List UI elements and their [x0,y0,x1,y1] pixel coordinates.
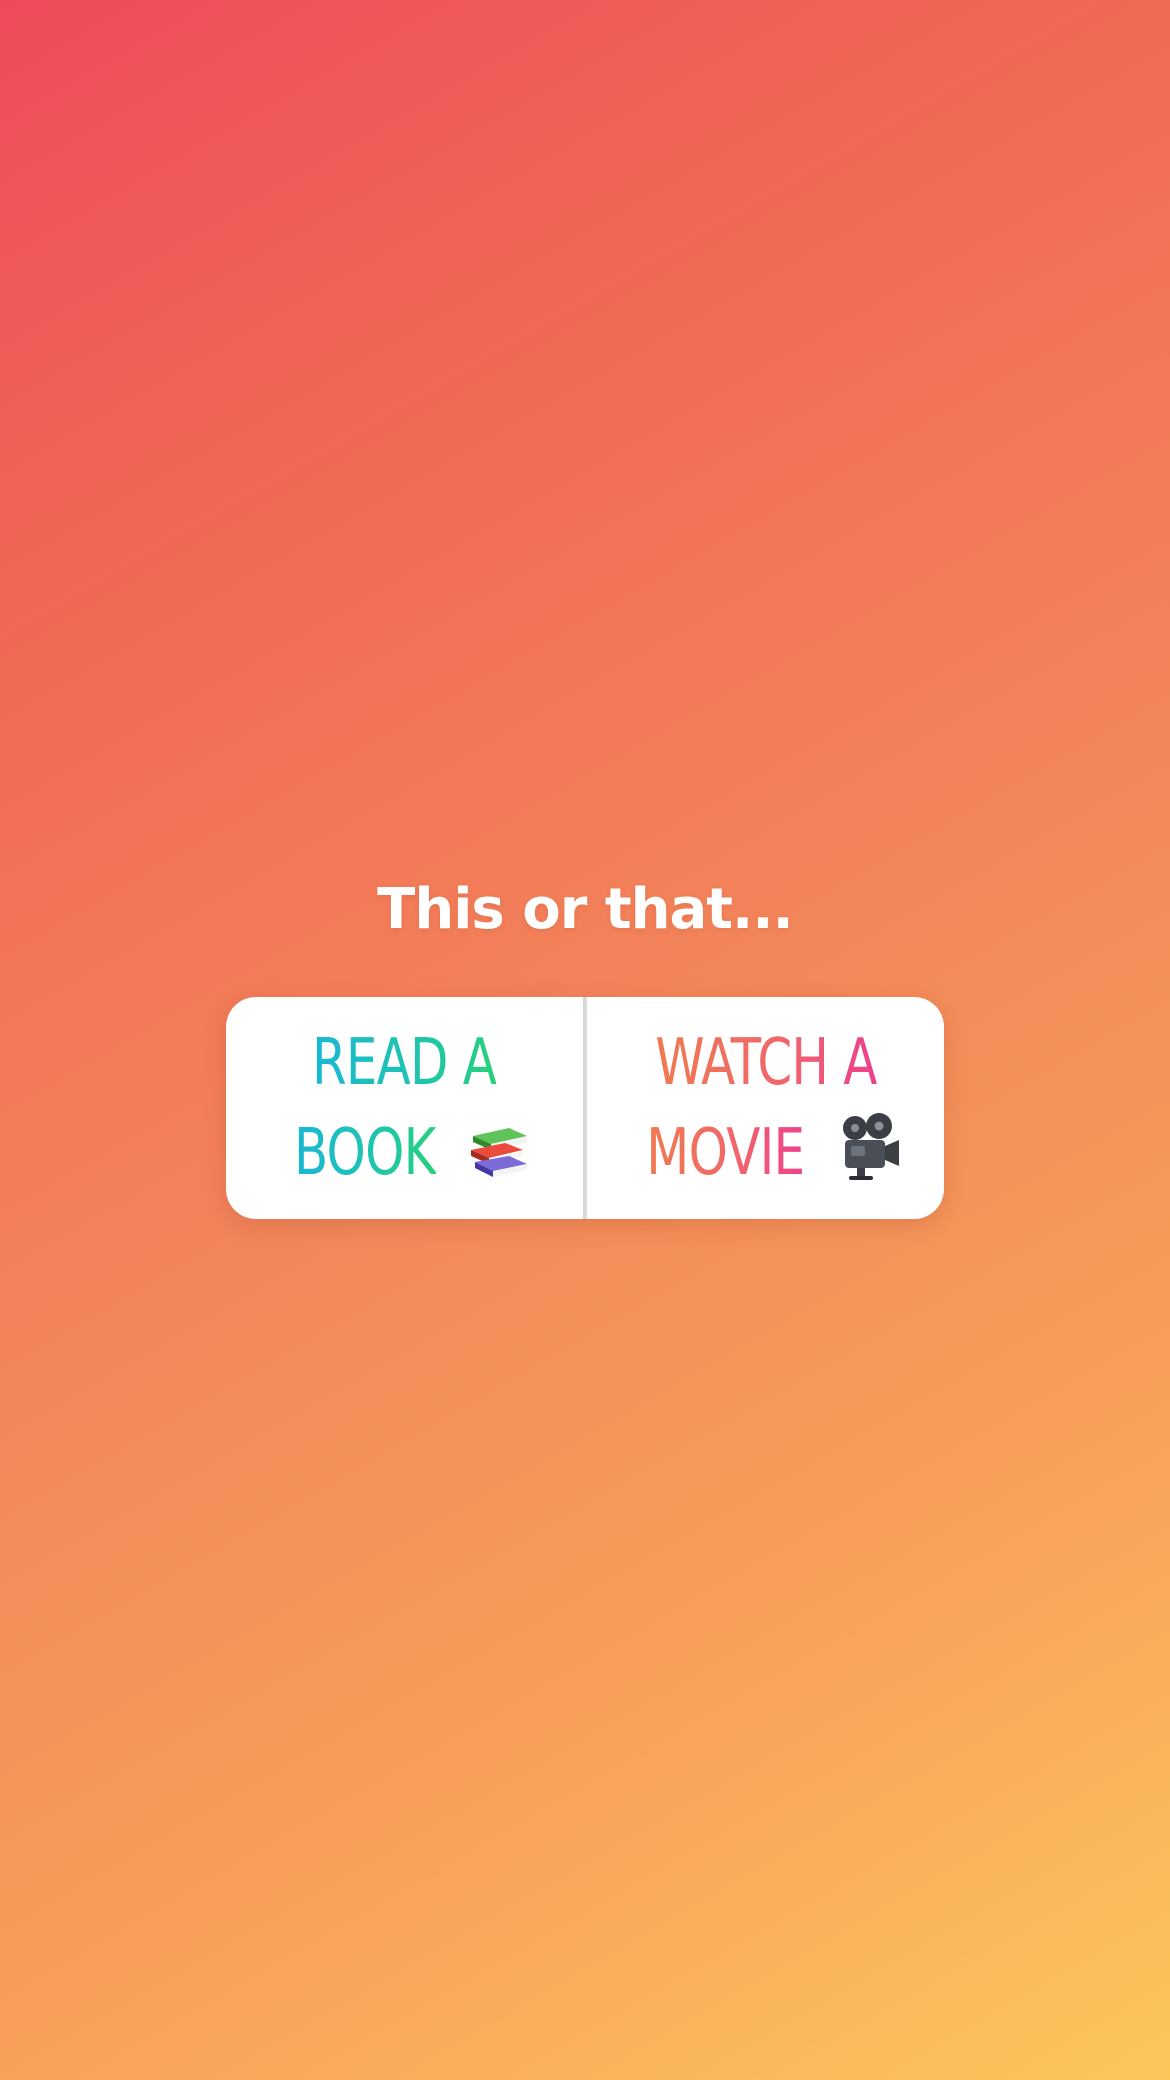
poll-option-read-a-book[interactable]: READ A BOOK [226,997,583,1219]
movie-camera-icon [842,1113,899,1180]
option-right-line2: MOVIE [647,1108,806,1198]
poll-option-watch-a-movie[interactable]: WATCH A MOVIE [587,997,944,1219]
books-icon [471,1128,528,1177]
option-left-line1: READ A [312,1018,497,1108]
poll-question: This or that... [377,877,794,942]
option-right-line1: WATCH A [655,1018,877,1108]
poll-sticker: READ A BOOK WATCH A MOVIE [226,997,944,1219]
option-left-line2: BOOK [294,1108,436,1198]
